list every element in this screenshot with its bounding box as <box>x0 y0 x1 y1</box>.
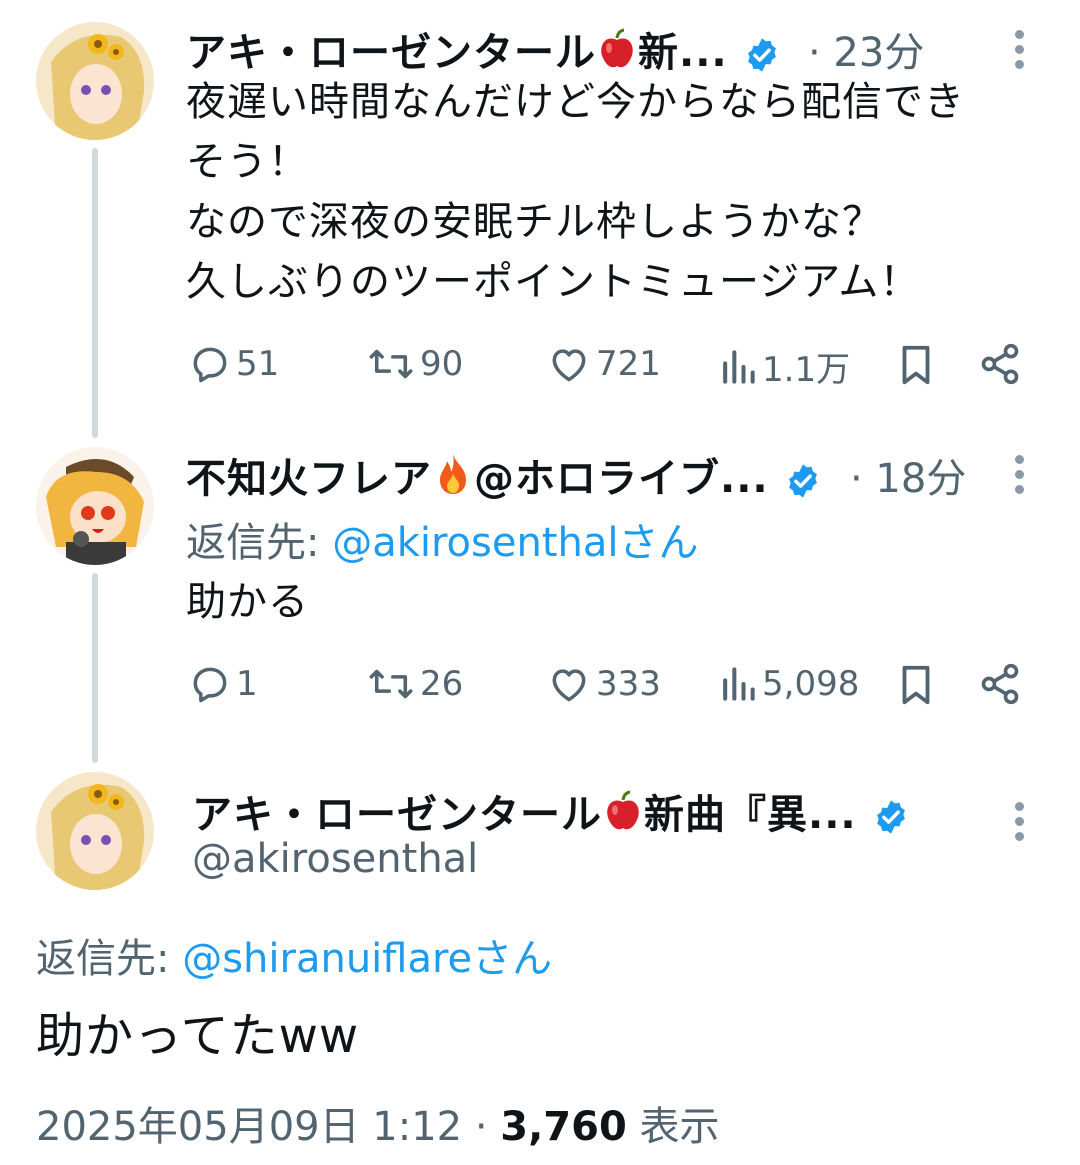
more-icon[interactable] <box>1015 30 1025 75</box>
views-icon <box>723 349 755 384</box>
reply-to-handle[interactable]: @akirosenthalさん <box>332 520 698 566</box>
view-count: 5,098 <box>762 664 860 704</box>
more-icon[interactable] <box>1015 802 1025 847</box>
views-button[interactable]: 5,098 <box>718 662 859 706</box>
like-icon <box>552 669 586 702</box>
apple-emoji <box>601 28 633 68</box>
bookmark-icon <box>902 665 930 705</box>
tweet-text-line: そう！ <box>186 139 309 185</box>
reply-button[interactable]: 1 <box>188 662 258 706</box>
like-count: 333 <box>596 664 661 704</box>
like-button[interactable]: 333 <box>546 662 661 706</box>
tweet-text-line: 久しぶりのツーポイントミュージアム！ <box>186 259 921 305</box>
tweet-time[interactable]: · 23分 <box>808 20 924 78</box>
tweet-timestamp: 2025年05月09日 1:12 · 3,760 表示 <box>36 1094 720 1152</box>
retweet-count: 90 <box>420 344 464 384</box>
retweet-count: 26 <box>420 664 464 704</box>
author-handle[interactable]: @akirosenthal <box>192 836 478 882</box>
avatar[interactable] <box>36 22 154 140</box>
like-button[interactable]: 721 <box>546 342 661 386</box>
retweet-icon <box>369 349 413 379</box>
share-icon <box>981 663 1019 705</box>
author-name[interactable]: アキ・ローゼンタール 新曲『異... <box>192 782 910 840</box>
author-name-text: 不知火フレア <box>186 456 432 502</box>
more-icon[interactable] <box>1015 455 1025 500</box>
view-count: 3,760 <box>500 1104 627 1150</box>
author-name-text: アキ・ローゼンタール <box>192 792 602 838</box>
reply-icon <box>193 667 227 703</box>
tweet-text-line: 夜遅い時間なんだけど今からなら配信でき <box>186 79 965 125</box>
views-icon <box>723 667 755 701</box>
reply-to-prefix: 返信先: <box>36 936 183 982</box>
views-button[interactable]: 1.1万 <box>718 342 850 391</box>
tweet-text-line: なので深夜の安眠チル枠しようかな？ <box>186 199 883 245</box>
author-name-text: アキ・ローゼンタール <box>186 30 596 76</box>
bookmark-button[interactable] <box>896 342 940 388</box>
view-label: 表示 <box>626 1104 720 1150</box>
fire-emoji <box>440 454 466 494</box>
verified-icon <box>876 800 905 834</box>
tweet-text: 助かる <box>186 579 309 625</box>
reply-icon <box>193 347 227 383</box>
thread-line <box>92 573 98 763</box>
author-name[interactable]: アキ・ローゼンタール 新... <box>186 20 781 78</box>
bookmark-button[interactable] <box>896 662 940 708</box>
author-name-tail: 新... <box>638 30 728 76</box>
reply-count: 1 <box>236 664 258 704</box>
share-icon <box>981 343 1019 385</box>
author-name[interactable]: 不知火フレア @ホロライブ... <box>186 446 822 504</box>
reply-to-handle[interactable]: @shiranuiflareさん <box>182 936 552 982</box>
reply-to: 返信先: @shiranuiflareさん <box>36 926 552 984</box>
retweet-button[interactable]: 90 <box>366 342 463 386</box>
bookmark-icon <box>902 345 930 385</box>
like-icon <box>552 349 586 382</box>
author-name-tail: 新曲『異... <box>644 792 857 838</box>
retweet-button[interactable]: 26 <box>366 662 463 706</box>
thread-line <box>92 148 98 438</box>
retweet-icon <box>369 669 413 699</box>
verified-icon <box>747 38 776 72</box>
share-button[interactable] <box>978 662 1026 706</box>
verified-icon <box>788 464 817 498</box>
tweet-time[interactable]: · 18分 <box>850 446 966 504</box>
view-count: 1.1万 <box>762 350 851 390</box>
apple-emoji <box>607 790 639 830</box>
reply-to-prefix: 返信先: <box>186 520 333 566</box>
avatar[interactable] <box>36 772 154 890</box>
reply-button[interactable]: 51 <box>188 342 279 386</box>
share-button[interactable] <box>978 342 1026 386</box>
tweet-text: 助かってたww <box>36 1008 360 1064</box>
tweet-date[interactable]: 2025年05月09日 1:12 · <box>36 1104 500 1150</box>
avatar[interactable] <box>36 447 154 565</box>
like-count: 721 <box>596 344 661 384</box>
reply-count: 51 <box>236 344 280 384</box>
reply-to: 返信先: @akirosenthalさん <box>186 510 699 568</box>
author-name-tail: @ホロライブ... <box>474 456 769 502</box>
